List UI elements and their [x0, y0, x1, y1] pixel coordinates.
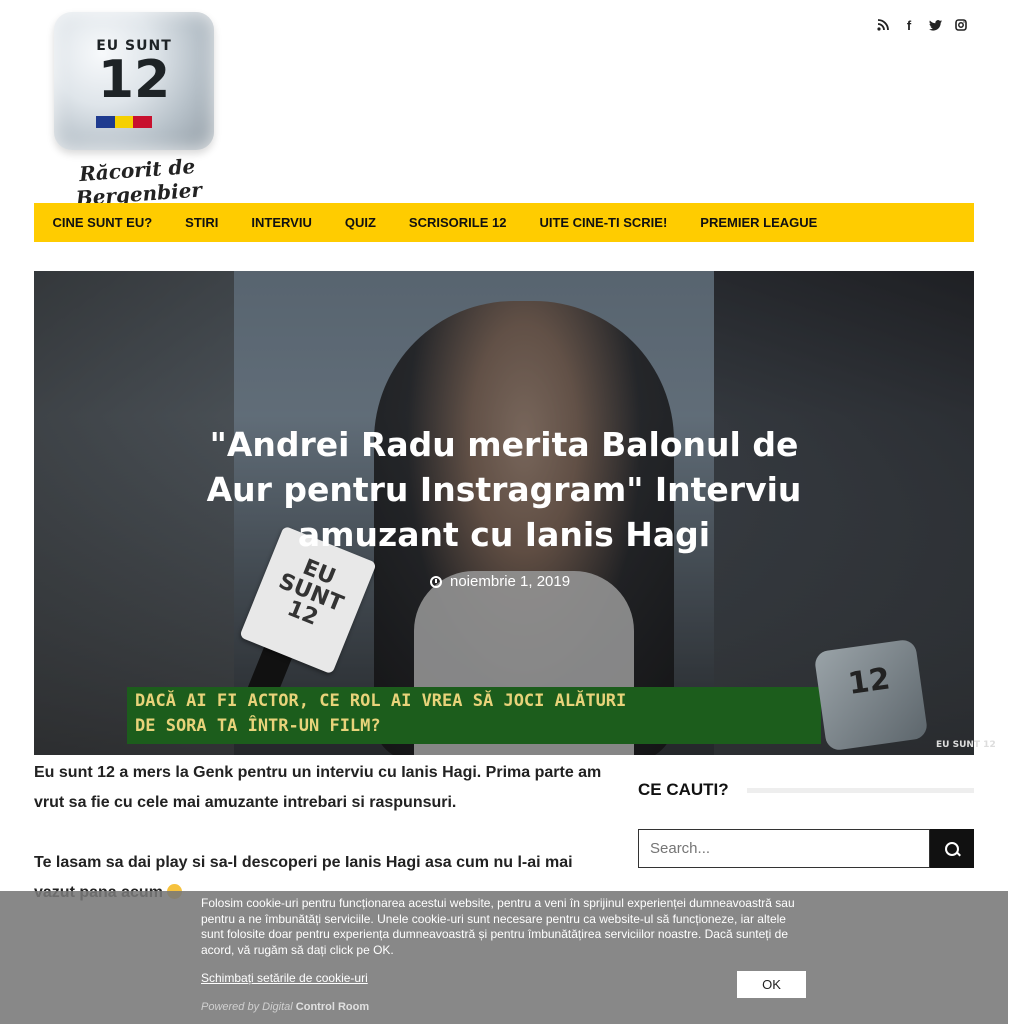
nav-item-interviu[interactable]: INTERVIU [251, 215, 311, 230]
sidebar-search-title: CE CAUTI? [638, 780, 729, 799]
rss-icon[interactable] [876, 18, 890, 32]
sidebar-title-rule [747, 788, 974, 793]
nav-item-scrisorile-12[interactable]: SCRISORILE 12 [409, 215, 507, 230]
video-watermark-logo: 12 [813, 638, 929, 752]
powered-brand: Digital [262, 1001, 293, 1013]
cookie-ok-button[interactable]: OK [737, 971, 806, 998]
logo-flag [96, 116, 153, 128]
flag-blue [96, 116, 115, 128]
nav-item-stiri[interactable]: STIRI [185, 215, 218, 230]
search-form [638, 829, 974, 868]
search-button[interactable] [930, 829, 974, 868]
article-paragraph: Eu sunt 12 a mers la Genk pentru un inte… [34, 764, 602, 811]
nav-item-uite-cine-ti-scrie[interactable]: UITE CINE-TI SCRIE! [539, 215, 667, 230]
social-links: f [876, 18, 968, 33]
article-title[interactable]: "Andrei Radu merita Balonul de Aur pentr… [180, 422, 828, 557]
flag-red [133, 116, 153, 128]
caption-line2: DE SORA TA ÎNTR-UN FILM? [135, 716, 381, 736]
clock-icon [430, 575, 442, 588]
caption-line1: DACĂ AI FI ACTOR, CE ROL AI VREA SĂ JOCI… [135, 691, 627, 711]
flag-yellow [114, 116, 134, 128]
watermark-text: 12 [846, 661, 893, 702]
main-nav: CINE SUNT EU? STIRI INTERVIU QUIZ SCRISO… [34, 203, 974, 242]
microphone-text: EU SUNT 12 [274, 554, 347, 631]
site-logo[interactable]: EU SUNT 12 Răcorit de Bergenbier [34, 8, 234, 210]
article-date-text: noiembrie 1, 2019 [450, 573, 571, 590]
nav-item-premier-league[interactable]: PREMIER LEAGUE [700, 215, 817, 230]
cookie-message: Folosim cookie-uri pentru funcționarea a… [201, 896, 795, 957]
search-icon [945, 841, 959, 856]
article-date: noiembrie 1, 2019 [430, 573, 570, 590]
search-input[interactable] [638, 829, 930, 868]
facebook-icon[interactable]: f [902, 18, 916, 33]
powered-prefix: Powered by [201, 1001, 260, 1013]
twitter-icon[interactable] [928, 18, 942, 32]
instagram-icon[interactable] [954, 18, 968, 32]
cookie-powered-by: Powered by Digital Control Room [201, 1001, 369, 1013]
nav-item-quiz[interactable]: QUIZ [345, 215, 376, 230]
video-corner-tag: EU SUNT 12 [936, 740, 996, 750]
video-caption-text: DACĂ AI FI ACTOR, CE ROL AI VREA SĂ JOCI… [135, 689, 815, 739]
logo-line2: 12 [97, 50, 171, 110]
nav-item-cine-sunt-eu[interactable]: CINE SUNT EU? [53, 215, 153, 230]
powered-name: Control Room [295, 1001, 370, 1013]
cookie-settings-link[interactable]: Schimbați setările de cookie-uri [201, 971, 368, 985]
